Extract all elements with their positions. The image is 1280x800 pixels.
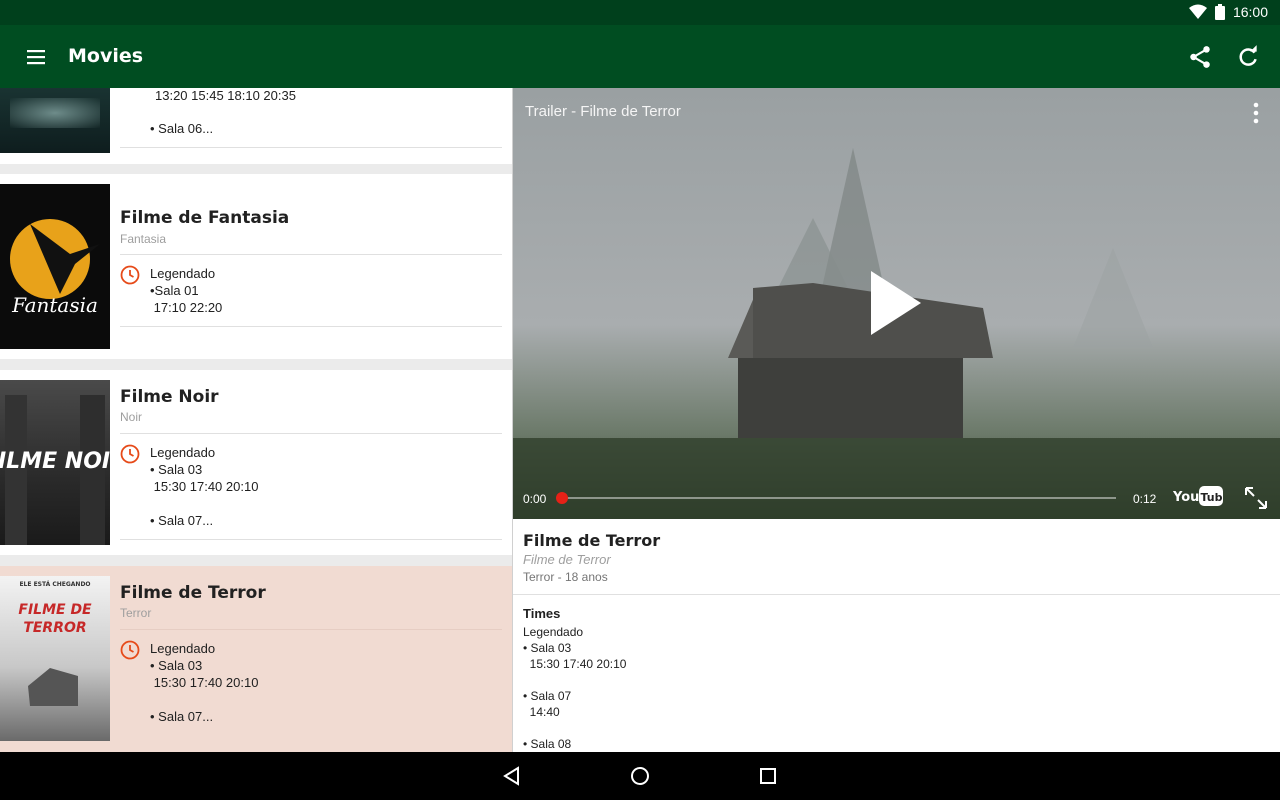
navigation-bar [0, 752, 1280, 800]
divider [513, 594, 1280, 595]
room-line: • Sala 03 [150, 658, 203, 673]
more-rooms: • Sala 07... [150, 709, 214, 724]
movie-poster: ELE ESTÁ CHEGANDO FILME DE TERROR [0, 576, 110, 741]
current-time: 0:00 [523, 492, 547, 506]
poster-tagline: ELE ESTÁ CHEGANDO [19, 581, 90, 588]
room-line: • Sala 03 [523, 641, 572, 655]
svg-text:TERROR: TERROR [23, 620, 86, 636]
wifi-icon [1188, 4, 1207, 19]
play-icon[interactable] [865, 268, 925, 338]
showtimes: 13:20 15:45 18:10 20:35 [155, 88, 296, 103]
subtitle-type: Legendado [150, 266, 216, 281]
fullscreen-icon[interactable] [1243, 485, 1269, 511]
movie-card[interactable]: Fantasia Filme de Fantasia Fantasia Lege… [0, 174, 512, 359]
svg-text:FILME DE: FILME DE [18, 602, 92, 618]
room-line: • Sala 03 [150, 462, 203, 477]
showtimes: 15:30 17:40 20:10 [150, 479, 259, 494]
svg-text:Tube: Tube [1201, 491, 1224, 504]
showtimes: 15:30 17:40 20:10 [150, 675, 259, 690]
seek-handle[interactable] [556, 492, 568, 504]
movie-list[interactable]: 13:20 15:45 18:10 20:35 • Sala 06... Fan… [0, 88, 512, 752]
movie-poster [0, 88, 110, 153]
recents-icon[interactable] [756, 764, 780, 788]
times-heading: Times [523, 606, 561, 621]
more-vert-icon[interactable] [1251, 102, 1261, 124]
movie-detail-pane: Trailer - Filme de Terror 0:00 0:12 You … [512, 88, 1280, 752]
svg-text:You: You [1173, 490, 1199, 505]
movie-poster: Fantasia [0, 184, 110, 349]
movie-poster: FILME NOIR [0, 380, 110, 545]
duration: 0:12 [1133, 492, 1157, 506]
movie-card-partial[interactable]: 13:20 15:45 18:10 20:35 • Sala 06... [0, 88, 512, 164]
youtube-logo[interactable]: You Tube [1172, 485, 1230, 512]
movie-genre: Fantasia [120, 232, 167, 246]
clock-icon [120, 265, 140, 285]
movie-title: Filme de Terror [120, 583, 266, 603]
seek-bar[interactable] [561, 497, 1116, 499]
menu-icon[interactable] [24, 45, 48, 69]
clock-icon [120, 444, 140, 464]
clock-icon [120, 640, 140, 660]
share-icon[interactable] [1187, 44, 1213, 70]
detail-title: Filme de Terror [523, 531, 661, 550]
refresh-icon[interactable] [1235, 44, 1261, 70]
movie-genre: Noir [120, 410, 143, 424]
status-bar: 16:00 [0, 0, 1280, 25]
room-line: •Sala 01 [150, 283, 199, 298]
app-title: Movies [68, 45, 144, 67]
back-icon[interactable] [500, 764, 524, 788]
video-title: Trailer - Filme de Terror [525, 103, 681, 120]
movie-title: Filme Noir [120, 387, 219, 407]
video-player[interactable]: Trailer - Filme de Terror 0:00 0:12 You … [513, 88, 1280, 519]
movie-genre: Terror [120, 606, 152, 620]
more-rooms: • Sala 07... [150, 513, 214, 528]
clock-time: 16:00 [1232, 4, 1268, 20]
app-bar: Movies [0, 25, 1280, 88]
more-rooms: • Sala 06... [150, 121, 214, 136]
movie-title: Filme de Fantasia [120, 208, 290, 228]
showtimes: 14:40 [523, 705, 560, 719]
poster-title: FILME NOIR [0, 449, 110, 474]
subtitle-type: Legendado [523, 625, 584, 639]
poster-title: Fantasia [11, 293, 98, 317]
detail-meta: Terror - 18 anos [523, 570, 608, 584]
battery-icon [1214, 4, 1225, 20]
subtitle-type: Legendado [150, 641, 216, 656]
movie-card[interactable]: FILME NOIR Filme Noir Noir Legendado • S… [0, 370, 512, 555]
room-line: • Sala 07 [523, 689, 572, 703]
detail-original-title: Filme de Terror [523, 552, 611, 567]
home-icon[interactable] [628, 764, 652, 788]
movie-card-selected[interactable]: ELE ESTÁ CHEGANDO FILME DE TERROR Filme … [0, 566, 512, 752]
showtimes: 15:30 17:40 20:10 [523, 657, 627, 671]
showtimes: 17:10 22:20 [150, 300, 223, 315]
room-line: • Sala 08 [523, 737, 572, 751]
subtitle-type: Legendado [150, 445, 216, 460]
